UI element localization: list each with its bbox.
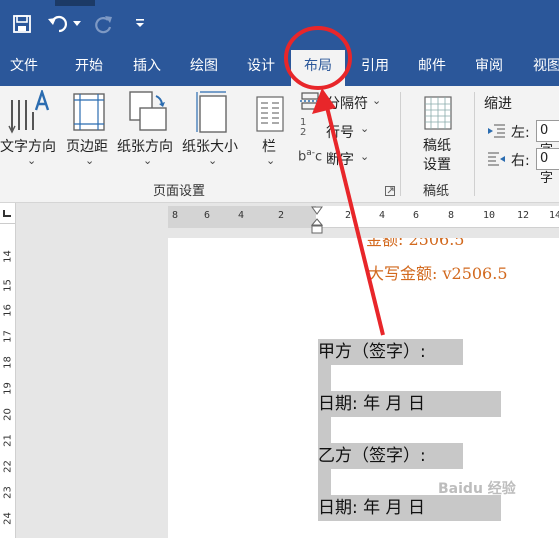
party-b-signature: 乙方（签字）: xyxy=(318,443,463,469)
tab-home[interactable]: 开始 xyxy=(62,48,116,86)
ruler-number: 21 xyxy=(2,434,14,447)
draft-paper-icon xyxy=(424,96,452,130)
amount-text: 金额: 2506.5 xyxy=(366,230,465,249)
ruler-number: 17 xyxy=(2,330,14,343)
ruler-number: 24 xyxy=(2,512,14,525)
text-direction-chevron-icon: ⌄ xyxy=(27,154,37,167)
hyphenation-label: 断字 xyxy=(326,152,354,168)
titlebar-shadow xyxy=(55,0,95,6)
orientation-label: 纸张方向 xyxy=(117,139,173,155)
draft-paper-label-line2: 设置 xyxy=(423,157,451,173)
indent-title: 缩进 xyxy=(484,96,512,112)
ruler-number: 18 xyxy=(2,356,14,369)
indent-right-label: 右: xyxy=(511,153,530,169)
ribbon-tabs: 文件 开始 插入 绘图 设计 布局 引用 邮件 审阅 视图 xyxy=(0,48,559,86)
ribbon-layout: 文字方向 ⌄ 页边距 ⌄ 纸张方向 ⌄ 纸张大小 ⌄ 栏 ⌄ 分隔符 ⌄ 1 2… xyxy=(0,86,559,203)
line-numbers-icon: 12 xyxy=(300,117,307,138)
horizontal-ruler[interactable]: 8 6 4 2 2 4 6 8 10 12 14 xyxy=(168,206,559,234)
line-numbers-chevron-icon: ⌄ xyxy=(360,122,370,135)
party-b-date: 日期: 年 月 日 xyxy=(318,495,501,521)
ruler-number: 4 xyxy=(379,210,386,221)
margins-label: 页边距 xyxy=(66,139,108,155)
tab-review[interactable]: 审阅 xyxy=(462,48,516,86)
ruler-number: 23 xyxy=(2,486,14,499)
selection-highlight xyxy=(318,365,331,515)
ruler-tab-selector[interactable] xyxy=(0,206,15,224)
ruler-number: 2 xyxy=(345,210,352,221)
ruler-number: 2 xyxy=(278,210,285,221)
ruler-number: 12 xyxy=(517,210,530,221)
tab-file[interactable]: 文件 xyxy=(0,48,48,86)
columns-icon xyxy=(256,96,284,132)
undo-dropdown-icon[interactable] xyxy=(73,21,81,27)
ruler-number: 16 xyxy=(2,304,14,317)
tab-layout[interactable]: 布局 xyxy=(291,50,345,86)
ruler-number: 14 xyxy=(2,250,14,263)
redo-icon[interactable] xyxy=(94,14,114,34)
size-icon xyxy=(196,91,227,133)
hyphenation-icon: ba-c xyxy=(298,148,323,165)
indent-left-icon xyxy=(488,124,505,138)
breaks-icon xyxy=(300,92,320,110)
line-numbers-label: 行号 xyxy=(326,125,354,141)
separator xyxy=(474,92,475,196)
tab-design[interactable]: 设计 xyxy=(234,48,288,86)
indent-right-icon xyxy=(488,152,505,166)
amount-uppercase-text: 大写金额: v2506.5 xyxy=(368,264,508,283)
tab-stop-icon-stem xyxy=(3,210,5,217)
size-label: 纸张大小 xyxy=(182,139,238,155)
columns-label: 栏 xyxy=(262,139,276,155)
watermark-logo: Baidu 经验 xyxy=(438,481,516,497)
ruler-number: 20 xyxy=(2,408,14,421)
breaks-label: 分隔符 xyxy=(326,96,368,112)
ruler-number: 22 xyxy=(2,460,14,473)
tab-insert[interactable]: 插入 xyxy=(120,48,174,86)
indent-marker-icon[interactable] xyxy=(311,206,323,238)
quick-access-toolbar xyxy=(0,0,559,48)
draft-paper-label-line1: 稿纸 xyxy=(423,138,451,154)
ruler-number: 14 xyxy=(549,210,559,221)
ruler-number: 8 xyxy=(448,210,455,221)
separator xyxy=(400,92,401,196)
tab-view[interactable]: 视图 xyxy=(520,48,559,86)
ruler-number: 8 xyxy=(172,210,179,221)
columns-chevron-icon: ⌄ xyxy=(266,154,276,167)
ruler-number: 15 xyxy=(2,279,14,292)
tab-draw[interactable]: 绘图 xyxy=(177,48,231,86)
ruler-number: 6 xyxy=(204,210,211,221)
margins-icon xyxy=(73,93,105,131)
indent-right-input[interactable]: 0 字 xyxy=(536,148,559,186)
orientation-chevron-icon: ⌄ xyxy=(143,154,153,167)
margins-chevron-icon: ⌄ xyxy=(85,154,95,167)
tab-mailings[interactable]: 邮件 xyxy=(405,48,459,86)
indent-left-label: 左: xyxy=(511,125,530,141)
page-setup-group-label: 页面设置 xyxy=(153,184,206,199)
size-chevron-icon: ⌄ xyxy=(208,154,218,167)
customize-toolbar-icon[interactable] xyxy=(135,18,145,28)
text-direction-icon xyxy=(8,90,50,134)
tab-references[interactable]: 引用 xyxy=(348,48,402,86)
text-direction-label: 文字方向 xyxy=(0,139,56,155)
ruler-number: 6 xyxy=(413,210,420,221)
party-a-date: 日期: 年 月 日 xyxy=(318,391,501,417)
word-window: 文件 开始 插入 绘图 设计 布局 引用 邮件 审阅 视图 文字方向 ⌄ 页边距… xyxy=(0,0,559,538)
draft-paper-group-label: 稿纸 xyxy=(423,184,450,199)
ruler-number: 19 xyxy=(2,382,14,395)
indent-left-input[interactable]: 0 字 xyxy=(536,120,559,158)
breaks-chevron-icon: ⌄ xyxy=(372,94,382,107)
hyphenation-chevron-icon: ⌄ xyxy=(360,150,370,163)
vertical-ruler[interactable]: 14 15 16 17 18 19 20 21 22 23 24 xyxy=(0,203,16,538)
undo-icon[interactable] xyxy=(47,14,69,34)
save-icon[interactable] xyxy=(13,15,31,33)
orientation-icon xyxy=(129,91,167,131)
page-setup-launcher-icon[interactable] xyxy=(385,186,395,196)
ruler-number: 4 xyxy=(238,210,245,221)
ruler-number: 10 xyxy=(483,210,496,221)
party-a-signature: 甲方（签字）: xyxy=(318,339,463,365)
